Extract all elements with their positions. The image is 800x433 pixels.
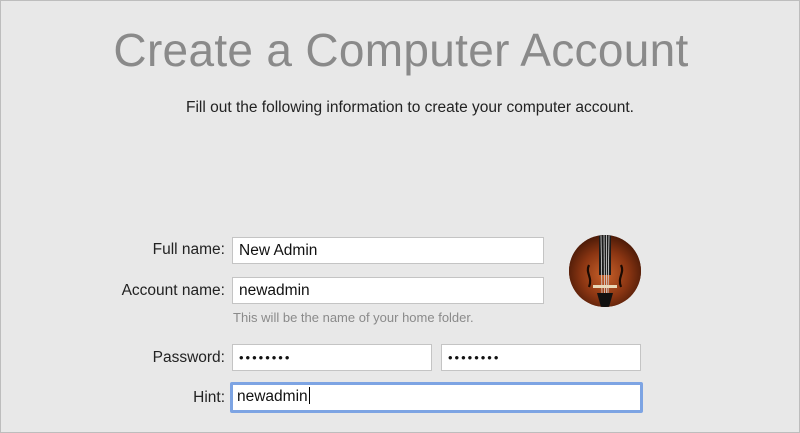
account-name-label: Account name:	[121, 282, 225, 299]
verify-password-value: ••••••••	[448, 350, 501, 365]
hint-field[interactable]: newadmin	[230, 382, 643, 413]
account-name-field[interactable]: newadmin	[232, 277, 544, 304]
home-folder-helper-text: This will be the name of your home folde…	[233, 310, 474, 325]
password-field[interactable]: ••••••••	[232, 344, 432, 371]
hint-label: Hint:	[193, 389, 225, 406]
verify-password-field[interactable]: ••••••••	[441, 344, 641, 371]
account-name-value: newadmin	[239, 282, 310, 299]
hint-value: newadmin	[237, 388, 308, 405]
full-name-label: Full name:	[152, 241, 225, 258]
text-caret	[308, 387, 310, 404]
full-name-value: New Admin	[239, 242, 318, 259]
full-name-field[interactable]: New Admin	[232, 237, 544, 264]
password-label: Password:	[152, 349, 225, 366]
password-value: ••••••••	[239, 350, 292, 365]
violin-icon	[569, 235, 641, 307]
page-title: Create a Computer Account	[113, 24, 689, 76]
user-avatar[interactable]	[569, 235, 641, 307]
page-subtitle: Fill out the following information to cr…	[185, 99, 634, 116]
